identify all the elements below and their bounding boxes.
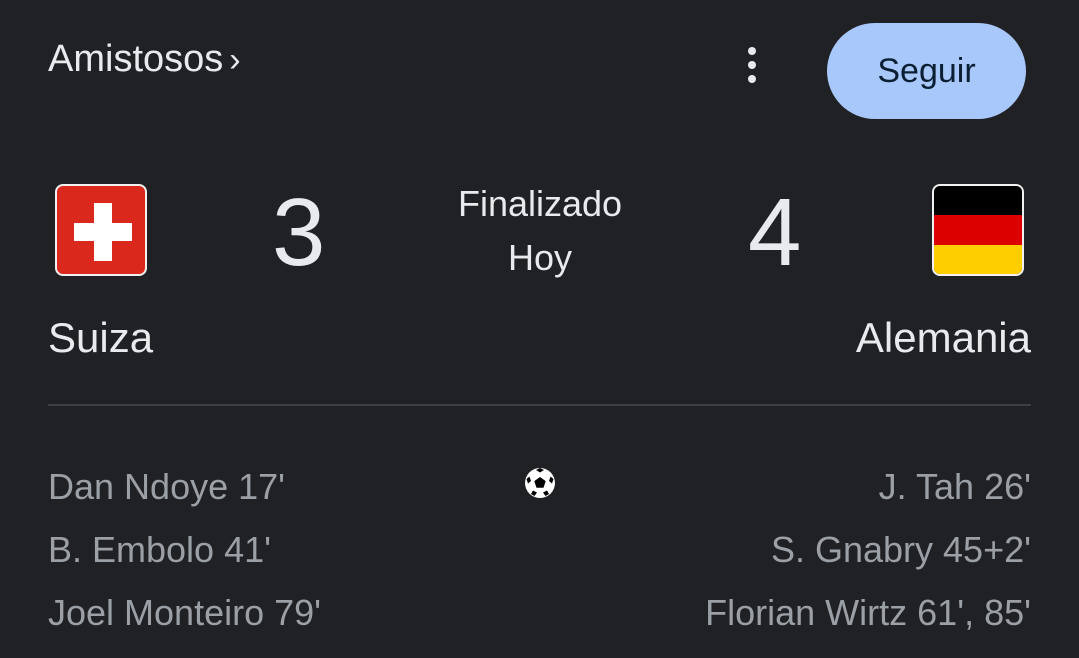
more-vert-icon <box>748 47 756 55</box>
switzerland-flag-icon[interactable] <box>55 184 147 276</box>
follow-button[interactable]: Seguir <box>827 23 1026 119</box>
match-status: Finalizado <box>457 183 623 224</box>
flag-stripe-black <box>934 186 1022 216</box>
competition-link[interactable]: Amistosos › <box>48 38 241 81</box>
soccer-ball-icon <box>525 468 555 498</box>
home-scorer: B. Embolo 41' <box>48 529 271 570</box>
match-date: Hoy <box>507 237 573 278</box>
flag-stripe-red <box>934 215 1022 245</box>
home-scorer: Dan Ndoye 17' <box>48 466 286 507</box>
away-scorers-list: J. Tah 26' S. Gnabry 45+2' Florian Wirtz… <box>705 455 1031 644</box>
away-score: 4 <box>748 179 802 286</box>
competition-label: Amistosos <box>48 38 224 80</box>
chevron-right-icon: › <box>229 40 241 79</box>
more-options-button[interactable] <box>734 42 770 88</box>
home-scorers-list: Dan Ndoye 17' B. Embolo 41' Joel Monteir… <box>48 455 321 644</box>
away-scorer: Florian Wirtz 61', 85' <box>705 592 1031 633</box>
away-scorer: J. Tah 26' <box>878 466 1031 507</box>
home-score: 3 <box>272 179 326 286</box>
away-scorer: S. Gnabry 45+2' <box>770 529 1031 570</box>
home-scorer: Joel Monteiro 79' <box>48 592 322 633</box>
flag-cross-horizontal <box>74 223 132 241</box>
more-vert-icon-dot <box>748 61 756 69</box>
away-team-name[interactable]: Alemania <box>856 314 1031 362</box>
more-vert-icon-dot <box>748 75 756 83</box>
divider <box>48 404 1031 406</box>
home-team-name[interactable]: Suiza <box>48 314 153 362</box>
flag-stripe-gold <box>934 244 1022 274</box>
germany-flag-icon[interactable] <box>932 184 1024 276</box>
